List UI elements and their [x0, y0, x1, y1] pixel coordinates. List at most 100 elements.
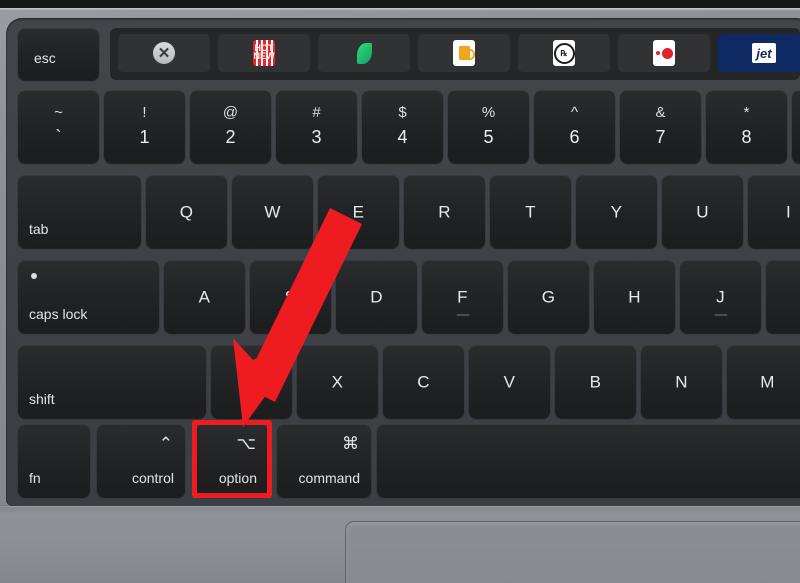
key-9[interactable]: ( 9: [792, 90, 800, 163]
key-esc-label: esc: [34, 50, 56, 66]
key-g[interactable]: G: [508, 260, 589, 333]
key-4[interactable]: $ 4: [362, 90, 443, 163]
key-6-shift-label: ^: [570, 104, 579, 121]
key-k[interactable]: K: [766, 260, 800, 333]
touch-bar: ✕ HOT NEW ℞ jet: [110, 28, 800, 80]
key-m-label: M: [760, 372, 775, 391]
key-q-label: Q: [179, 202, 194, 221]
key-v[interactable]: V: [469, 345, 550, 418]
key-t-label: T: [525, 202, 536, 221]
key-7[interactable]: & 7: [620, 90, 701, 163]
key-r-label: R: [438, 202, 451, 221]
key-6-label: 6: [569, 127, 580, 147]
key-z[interactable]: Z: [211, 345, 292, 418]
key-3-label: 3: [311, 127, 322, 147]
key-6[interactable]: ^ 6: [534, 90, 615, 163]
key-u[interactable]: U: [662, 175, 743, 248]
x-circle-icon: ✕: [153, 42, 175, 64]
key-h[interactable]: H: [594, 260, 675, 333]
mug-icon: [453, 40, 475, 66]
key-option-label: option: [218, 470, 257, 486]
key-e-label: E: [352, 202, 365, 221]
key-q[interactable]: Q: [146, 175, 227, 248]
key-y[interactable]: Y: [576, 175, 657, 248]
key-r[interactable]: R: [404, 175, 485, 248]
touchbar-app-mint[interactable]: [318, 34, 410, 72]
key-d-label: D: [370, 287, 383, 306]
key-caps-lock-label: caps lock: [29, 306, 88, 322]
key-x-label: X: [331, 372, 344, 391]
leaf-icon: [353, 40, 375, 66]
key-n[interactable]: N: [641, 345, 722, 418]
key-j-label: J: [716, 287, 725, 306]
key-3-shift-label: #: [312, 104, 321, 121]
key-grave[interactable]: ~ `: [18, 90, 99, 163]
key-i-label: I: [785, 202, 792, 221]
key-c[interactable]: C: [383, 345, 464, 418]
key-4-shift-label: $: [398, 104, 407, 121]
key-2-shift-label: @: [222, 104, 239, 121]
key-control-label: control: [131, 470, 174, 486]
key-f[interactable]: F: [422, 260, 503, 333]
key-8[interactable]: * 8: [706, 90, 787, 163]
key-w-label: W: [264, 202, 281, 221]
key-d[interactable]: D: [336, 260, 417, 333]
key-w[interactable]: W: [232, 175, 313, 248]
option-symbol-icon: ⌥: [236, 434, 256, 453]
key-x[interactable]: X: [297, 345, 378, 418]
key-h-label: H: [628, 287, 641, 306]
key-7-label: 7: [655, 127, 666, 147]
touchbar-app-coffee[interactable]: [418, 34, 510, 72]
key-5-label: 5: [483, 127, 494, 147]
touchbar-app-jet[interactable]: jet: [718, 34, 800, 72]
key-3[interactable]: # 3: [276, 90, 357, 163]
key-esc[interactable]: esc: [18, 28, 99, 80]
touchbar-close-button[interactable]: ✕: [118, 34, 210, 72]
touchbar-app-swirl[interactable]: ℞: [518, 34, 610, 72]
key-j[interactable]: J: [680, 260, 761, 333]
key-1-shift-label: !: [142, 104, 147, 121]
touchbar-app-hotnew[interactable]: HOT NEW: [218, 34, 310, 72]
command-symbol-icon: ⌘: [342, 434, 359, 453]
key-tab[interactable]: tab: [18, 175, 141, 248]
key-caps-lock[interactable]: caps lock: [18, 260, 159, 333]
key-5-shift-label: %: [481, 104, 496, 121]
key-z-label: Z: [246, 372, 257, 391]
key-y-label: Y: [610, 202, 623, 221]
key-command[interactable]: ⌘ command: [277, 424, 371, 497]
key-4-label: 4: [397, 127, 408, 147]
key-shift-label: shift: [29, 391, 55, 407]
key-shift[interactable]: shift: [18, 345, 206, 418]
home-position-bump-f: [456, 314, 469, 316]
key-8-shift-label: *: [743, 104, 750, 121]
key-fn[interactable]: fn: [18, 424, 90, 497]
key-5[interactable]: % 5: [448, 90, 529, 163]
touchbar-app-record[interactable]: [618, 34, 710, 72]
swirl-icon: ℞: [553, 40, 575, 66]
screenshot-root: esc ✕ HOT NEW ℞ jet ~ ` ! 1 @ 2 # 3 $ 4 …: [0, 0, 800, 583]
key-space[interactable]: [377, 424, 800, 497]
key-tab-label: tab: [29, 221, 49, 237]
key-i[interactable]: I: [748, 175, 800, 248]
key-m[interactable]: M: [727, 345, 800, 418]
key-b[interactable]: B: [555, 345, 636, 418]
deck-highlight-edge: [0, 8, 800, 11]
key-8-label: 8: [741, 127, 752, 147]
key-option[interactable]: ⌥ option: [196, 424, 268, 497]
key-control[interactable]: ⌃ control: [97, 424, 185, 497]
key-9-label: 9: [792, 128, 800, 146]
key-2[interactable]: @ 2: [190, 90, 271, 163]
key-1[interactable]: ! 1: [104, 90, 185, 163]
key-t[interactable]: T: [490, 175, 571, 248]
key-9-shift-label: (: [792, 105, 800, 120]
key-e[interactable]: E: [318, 175, 399, 248]
trackpad[interactable]: [345, 521, 800, 583]
red-stripe-icon: HOT NEW: [253, 40, 275, 66]
key-a[interactable]: A: [164, 260, 245, 333]
record-icon: [653, 40, 675, 66]
key-s[interactable]: S: [250, 260, 331, 333]
key-s-label: S: [284, 287, 297, 306]
key-n-label: N: [675, 372, 688, 391]
jet-icon: jet: [752, 43, 776, 63]
key-a-label: A: [198, 287, 211, 306]
